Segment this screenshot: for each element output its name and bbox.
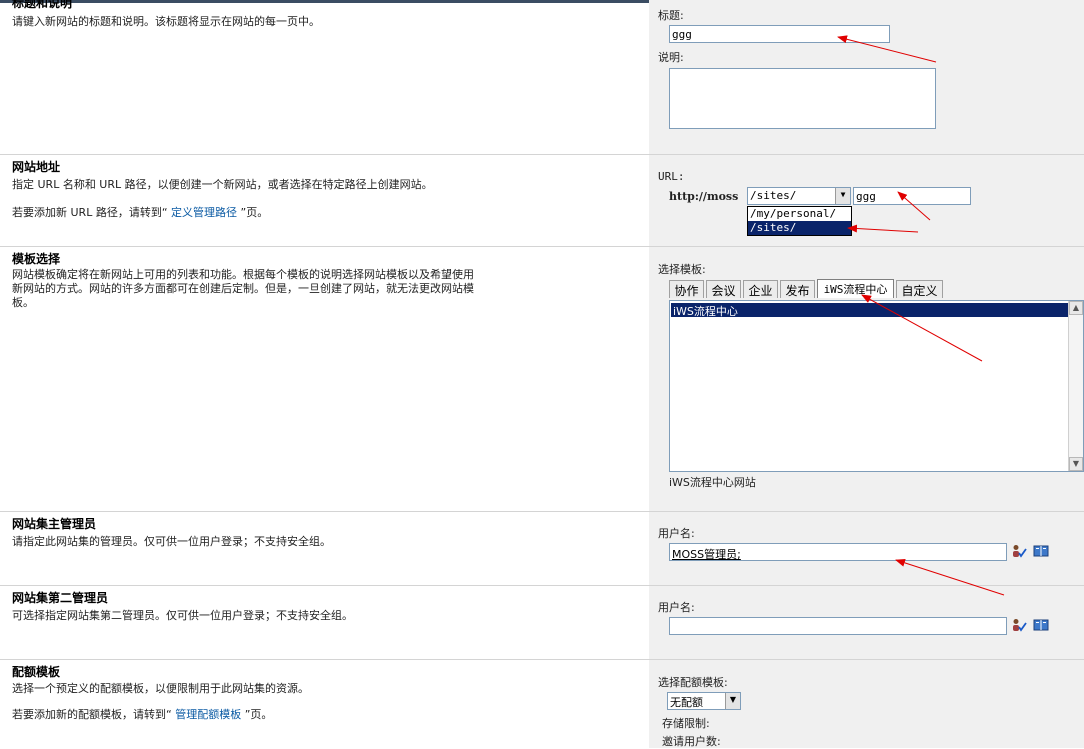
storage-limit-label: 存储限制: [662, 717, 710, 730]
title-input[interactable]: ggg [669, 25, 890, 43]
section-title-title-desc: 标题和说明 [12, 0, 73, 10]
quota-select[interactable]: 无配额 ▼ [667, 692, 741, 710]
select-quota-label: 选择配额模板: [658, 676, 728, 689]
section-title-primary-admin: 网站集主管理员 [12, 517, 97, 531]
chevron-down-icon[interactable]: ▼ [835, 188, 850, 204]
section-desc-secondary-admin: 可选择指定网站集第二管理员。仅可供一位用户登录；不支持安全组。 [12, 609, 353, 622]
url-prefix: http://moss [669, 190, 739, 203]
tab-publishing[interactable]: 发布 [780, 280, 815, 298]
secondary-user-label: 用户名: [658, 601, 695, 614]
manage-quota-link[interactable]: 管理配额模板 [175, 708, 241, 721]
separator [0, 659, 1084, 660]
path-dropdown-list: /my/personal/ /sites/ [747, 206, 852, 236]
path-option[interactable]: /my/personal/ [748, 207, 851, 221]
description-textarea[interactable] [669, 68, 936, 129]
separator [0, 154, 1084, 155]
separator [0, 585, 1084, 586]
template-listbox[interactable]: iWS流程中心 ▲ ▼ [669, 300, 1084, 472]
section-title-template: 模板选择 [12, 252, 61, 266]
tab-iws-process-center[interactable]: iWS流程中心 [817, 279, 894, 298]
template-description: iWS流程中心网站 [669, 476, 756, 489]
title-label: 标题: [658, 9, 684, 22]
site-name-input[interactable]: ggg [853, 187, 971, 205]
invite-users-label: 邀请用户数: [662, 735, 721, 748]
address-book-icon[interactable] [1033, 618, 1049, 632]
path-dropdown[interactable]: /sites/ ▼ [747, 187, 851, 205]
tab-meeting[interactable]: 会议 [706, 280, 741, 298]
tab-custom[interactable]: 自定义 [896, 280, 943, 298]
template-list-item[interactable]: iWS流程中心 [671, 303, 1073, 318]
quota-hint: 若要添加新的配额模板，请转到“ 管理配额模板 ”页。 [12, 708, 273, 721]
secondary-admin-input[interactable] [669, 617, 1007, 635]
chevron-down-icon[interactable]: ▼ [725, 693, 740, 709]
primary-user-label: 用户名: [658, 527, 695, 540]
description-label: 说明: [658, 51, 684, 64]
select-template-label: 选择模板: [658, 263, 706, 276]
scroll-down-icon[interactable]: ▼ [1069, 457, 1083, 471]
scrollbar[interactable]: ▲ ▼ [1068, 301, 1083, 471]
section-desc-template: 网站模板确定将在新网站上可用的列表和功能。根据每个模板的说明选择网站模板以及希望… [12, 268, 474, 309]
check-names-icon[interactable] [1011, 618, 1027, 632]
address-book-icon[interactable] [1033, 544, 1049, 558]
section-desc-title-desc: 请键入新网站的标题和说明。该标题将显示在网站的每一页中。 [12, 15, 320, 28]
section-desc-site-address: 指定 URL 名称和 URL 路径，以便创建一个新网站，或者选择在特定路径上创建… [12, 178, 433, 191]
section-desc-quota: 选择一个预定义的配额模板，以便限制用于此网站集的资源。 [12, 682, 309, 695]
section-title-site-address: 网站地址 [12, 160, 61, 174]
path-dropdown-value: /sites/ [750, 189, 797, 202]
section-desc-primary-admin: 请指定此网站集的管理员。仅可供一位用户登录；不支持安全组。 [12, 535, 331, 548]
section-title-secondary-admin: 网站集第二管理员 [12, 591, 109, 605]
primary-admin-input[interactable]: MOSS管理员; [669, 543, 1007, 561]
check-names-icon[interactable] [1011, 544, 1027, 558]
tab-enterprise[interactable]: 企业 [743, 280, 778, 298]
managed-paths-link[interactable]: 定义管理路径 [171, 206, 237, 219]
tab-collaboration[interactable]: 协作 [669, 280, 704, 298]
quota-select-value: 无配额 [670, 696, 703, 709]
managed-paths-hint: 若要添加新 URL 路径，请转到“ 定义管理路径 ”页。 [12, 206, 269, 219]
url-label: URL: [658, 170, 685, 183]
scroll-up-icon[interactable]: ▲ [1069, 301, 1083, 315]
path-option-selected[interactable]: /sites/ [748, 221, 851, 235]
separator [0, 246, 1084, 247]
separator [0, 511, 1084, 512]
section-title-quota: 配额模板 [12, 665, 61, 679]
